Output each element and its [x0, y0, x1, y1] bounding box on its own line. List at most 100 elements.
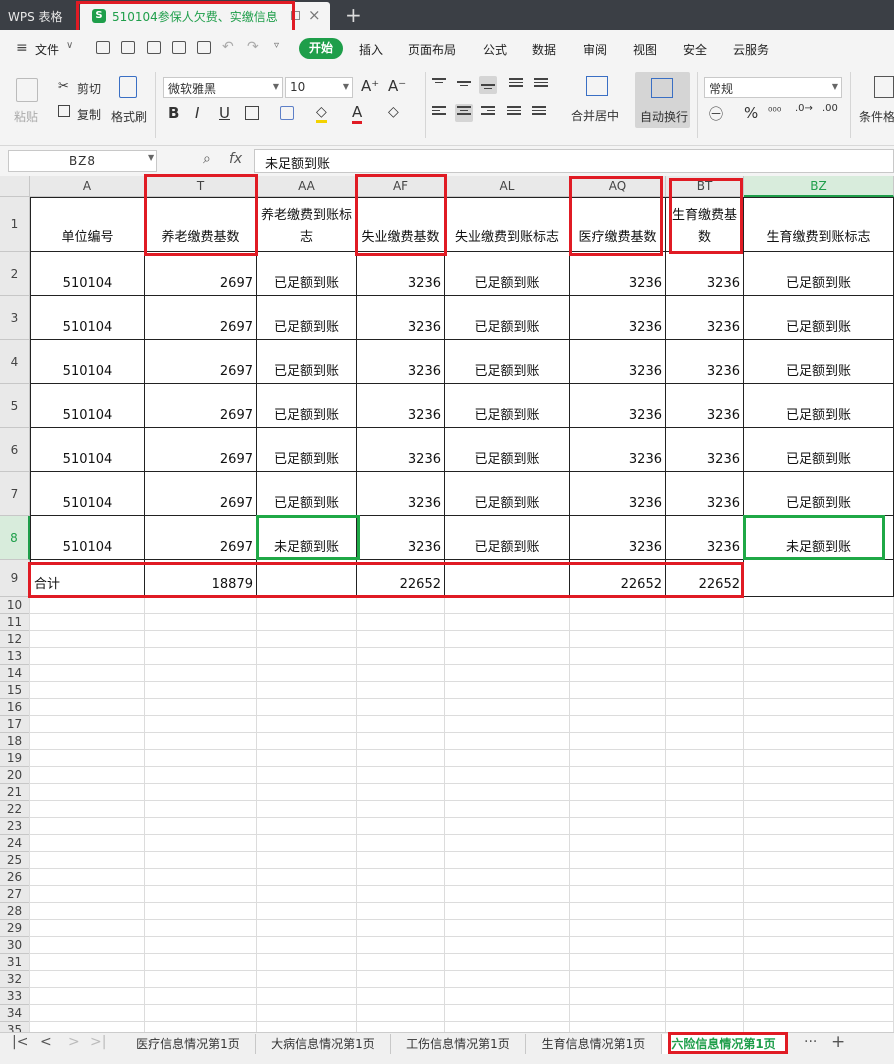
column-header-T[interactable]: T — [145, 176, 257, 197]
sheet-tab-2[interactable]: 大病信息情况第1页 — [256, 1034, 391, 1054]
row-header-20[interactable]: 20 — [0, 767, 30, 784]
align-center-icon[interactable] — [455, 104, 473, 122]
data-cell-T3[interactable]: 2697 — [145, 296, 257, 340]
data-cell-A2[interactable]: 510104 — [30, 252, 145, 296]
row-header-12[interactable]: 12 — [0, 631, 30, 648]
row-header-28[interactable]: 28 — [0, 903, 30, 920]
data-cell-T4[interactable]: 2697 — [145, 340, 257, 384]
data-cell-AF4[interactable]: 3236 — [357, 340, 445, 384]
data-cell-AL6[interactable]: 已足额到账 — [445, 428, 570, 472]
data-cell-A7[interactable]: 510104 — [30, 472, 145, 516]
data-cell-BZ4[interactable]: 已足额到账 — [744, 340, 894, 384]
increase-decimal-icon[interactable]: .0→ — [795, 103, 813, 114]
prev-sheet-icon[interactable]: < — [40, 1034, 52, 1050]
data-cell-AA2[interactable]: 已足额到账 — [257, 252, 357, 296]
data-cell-AQ7[interactable]: 3236 — [570, 472, 666, 516]
data-cell-AL7[interactable]: 已足额到账 — [445, 472, 570, 516]
row-header-5[interactable]: 5 — [0, 384, 30, 428]
menu-cloud[interactable]: 云服务 — [733, 41, 769, 58]
column-header-AF[interactable]: AF — [357, 176, 445, 197]
column-header-AQ[interactable]: AQ — [570, 176, 666, 197]
total-cell-AQ9[interactable]: 22652 — [570, 560, 666, 597]
row-header-14[interactable]: 14 — [0, 665, 30, 682]
row-header-32[interactable]: 32 — [0, 971, 30, 988]
data-cell-AA4[interactable]: 已足额到账 — [257, 340, 357, 384]
restore-icon[interactable] — [291, 11, 300, 20]
data-cell-AQ8[interactable]: 3236 — [570, 516, 666, 560]
total-cell-A9[interactable]: 合计 — [30, 560, 145, 597]
new-tab-button[interactable]: + — [345, 3, 362, 27]
menu-start[interactable]: 开始 — [299, 38, 343, 59]
data-cell-AF7[interactable]: 3236 — [357, 472, 445, 516]
bold-icon[interactable]: B — [168, 104, 179, 122]
row-header-30[interactable]: 30 — [0, 937, 30, 954]
save-icon[interactable] — [121, 41, 135, 54]
data-cell-A4[interactable]: 510104 — [30, 340, 145, 384]
data-cell-AL2[interactable]: 已足额到账 — [445, 252, 570, 296]
row-header-21[interactable]: 21 — [0, 784, 30, 801]
row-header-25[interactable]: 25 — [0, 852, 30, 869]
chevron-down-icon[interactable]: ▼ — [148, 153, 154, 162]
data-cell-T6[interactable]: 2697 — [145, 428, 257, 472]
header-cell-T1[interactable]: 养老缴费基数 — [145, 197, 257, 252]
name-box[interactable]: BZ8 — [8, 150, 157, 172]
menu-data[interactable]: 数据 — [532, 41, 556, 58]
data-cell-AF6[interactable]: 3236 — [357, 428, 445, 472]
merge-center-icon[interactable] — [586, 76, 608, 96]
row-header-6[interactable]: 6 — [0, 428, 30, 472]
indent-right-icon[interactable] — [532, 76, 550, 94]
row-header-8[interactable]: 8 — [0, 516, 30, 560]
row-header-9[interactable]: 9 — [0, 560, 30, 597]
row-header-27[interactable]: 27 — [0, 886, 30, 903]
row-header-7[interactable]: 7 — [0, 472, 30, 516]
row-header-18[interactable]: 18 — [0, 733, 30, 750]
conditional-format-button[interactable]: 条件格 — [859, 108, 894, 125]
merge-center-button[interactable]: 合并居中 — [571, 107, 619, 124]
total-cell-T9[interactable]: 18879 — [145, 560, 257, 597]
data-cell-AA5[interactable]: 已足额到账 — [257, 384, 357, 428]
data-cell-AL8[interactable]: 已足额到账 — [445, 516, 570, 560]
underline-icon[interactable]: U — [219, 104, 230, 122]
font-color-icon[interactable]: A — [352, 103, 363, 124]
pdf-icon[interactable] — [147, 41, 161, 54]
data-cell-BZ3[interactable]: 已足额到账 — [744, 296, 894, 340]
paste-button[interactable]: 粘贴 — [14, 108, 38, 125]
align-bottom-icon[interactable] — [479, 76, 497, 94]
data-cell-A8[interactable]: 510104 — [30, 516, 145, 560]
data-cell-AQ6[interactable]: 3236 — [570, 428, 666, 472]
format-painter-button[interactable]: 格式刷 — [111, 108, 147, 125]
fx-icon[interactable]: fx — [229, 151, 242, 167]
data-cell-BT7[interactable]: 3236 — [666, 472, 744, 516]
column-header-BZ[interactable]: BZ — [744, 176, 894, 197]
fill-pattern-icon[interactable] — [280, 106, 294, 120]
last-sheet-icon[interactable]: >| — [90, 1034, 106, 1050]
wrap-text-toggle[interactable]: 自动换行 — [635, 72, 690, 128]
data-cell-T7[interactable]: 2697 — [145, 472, 257, 516]
cut-button[interactable]: 剪切 — [77, 80, 101, 97]
column-header-AL[interactable]: AL — [445, 176, 570, 197]
total-cell-BT9[interactable]: 22652 — [666, 560, 744, 597]
row-header-3[interactable]: 3 — [0, 296, 30, 340]
row-header-35[interactable]: 35 — [0, 1022, 30, 1032]
data-cell-BT8[interactable]: 3236 — [666, 516, 744, 560]
menu-insert[interactable]: 插入 — [359, 41, 383, 58]
sheet-tab-4[interactable]: 生育信息情况第1页 — [526, 1034, 662, 1054]
percent-icon[interactable]: % — [744, 104, 758, 122]
data-cell-AF8[interactable]: 3236 — [357, 516, 445, 560]
print-preview-icon[interactable] — [197, 41, 211, 54]
data-cell-AQ5[interactable]: 3236 — [570, 384, 666, 428]
next-sheet-icon[interactable]: > — [68, 1034, 80, 1050]
data-cell-AL5[interactable]: 已足额到账 — [445, 384, 570, 428]
row-header-11[interactable]: 11 — [0, 614, 30, 631]
data-cell-BZ7[interactable]: 已足额到账 — [744, 472, 894, 516]
header-cell-AQ1[interactable]: 医疗缴费基数 — [570, 197, 666, 252]
select-all-corner[interactable] — [0, 176, 30, 197]
clear-format-icon[interactable]: ◇ — [388, 104, 399, 120]
menu-review[interactable]: 审阅 — [583, 41, 607, 58]
row-header-29[interactable]: 29 — [0, 920, 30, 937]
indent-left-icon[interactable] — [507, 76, 525, 94]
align-left-icon[interactable] — [430, 104, 448, 122]
sheet-tab-1[interactable]: 医疗信息情况第1页 — [121, 1034, 256, 1054]
decrease-font-icon[interactable]: A⁻ — [388, 77, 406, 95]
thousands-icon[interactable]: ⁰⁰⁰ — [768, 105, 781, 118]
